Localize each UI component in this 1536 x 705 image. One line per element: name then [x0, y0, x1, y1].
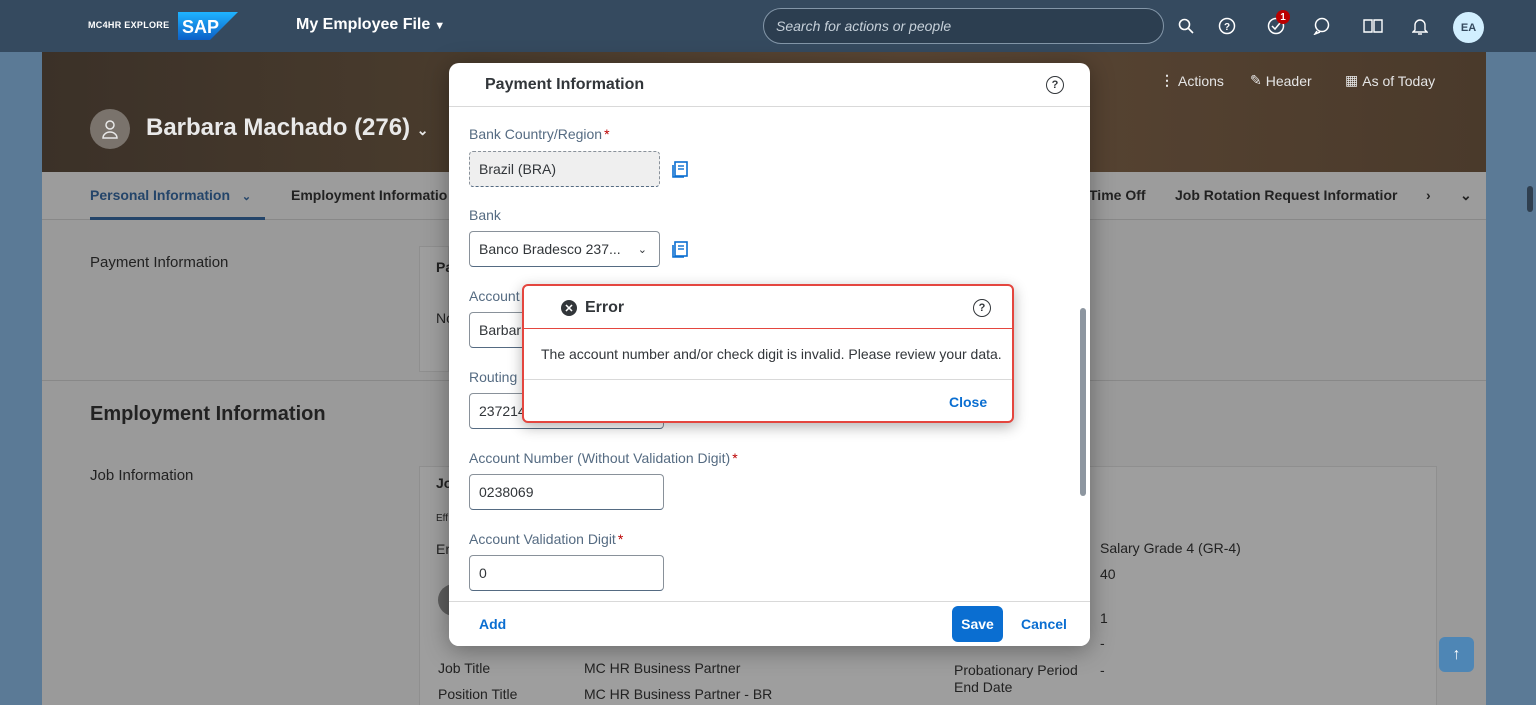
- job-title-label: Job Title: [438, 660, 491, 676]
- field-value: 1: [1100, 610, 1108, 626]
- employee-name-menu[interactable]: Barbara Machado (276) ⌄: [146, 114, 429, 142]
- chevron-right-icon[interactable]: ›: [1426, 187, 1431, 203]
- header-button[interactable]: ✎ Header: [1250, 72, 1312, 89]
- user-avatar[interactable]: EA: [1453, 12, 1484, 43]
- account-value: Barbar: [479, 322, 522, 338]
- employee-name: Barbara Machado (276): [146, 114, 411, 141]
- bell-icon[interactable]: [1408, 14, 1432, 38]
- tab-personal-information[interactable]: Personal Information ⌄: [90, 187, 251, 203]
- chevron-down-icon: ▼: [434, 20, 446, 32]
- probationary-period-value: -: [1100, 662, 1105, 678]
- shell-bar: MC4HR EXPLORE SAP My Employee File ▼ Sear…: [0, 0, 1536, 52]
- app-title-menu[interactable]: My Employee File ▼: [296, 16, 445, 34]
- effective-label: Eff: [436, 513, 449, 524]
- bank-value: Banco Bradesco 237...: [479, 241, 621, 257]
- search-input[interactable]: Search for actions or people: [763, 8, 1164, 44]
- bank-country-label: Bank Country/Region *: [469, 126, 610, 142]
- account-label: Account: [469, 288, 520, 304]
- job-title-value: MC HR Business Partner: [584, 660, 741, 676]
- person-avatar-icon: [90, 109, 130, 149]
- tab-label: Time Off: [1089, 187, 1146, 203]
- tab-time-off[interactable]: Time Off: [1089, 187, 1146, 203]
- account-number-label: Account Number (Without Validation Digit…: [469, 450, 738, 466]
- help-icon[interactable]: ?: [1215, 14, 1239, 38]
- header-label: Header: [1265, 72, 1312, 89]
- tab-job-rotation[interactable]: Job Rotation Request Informatior: [1175, 187, 1397, 203]
- position-title-label: Position Title: [438, 686, 518, 702]
- scroll-to-top-button[interactable]: ↑: [1439, 637, 1474, 672]
- account-number-input[interactable]: 0238069: [469, 474, 664, 510]
- help-icon[interactable]: ?: [1046, 76, 1064, 94]
- chevron-down-icon: ⌄: [637, 243, 647, 256]
- position-title-value: MC HR Business Partner - BR: [584, 686, 773, 702]
- bank-country-field[interactable]: Brazil (BRA): [469, 151, 660, 187]
- probation-status-value: -: [1100, 635, 1105, 651]
- app-title: My Employee File: [296, 16, 431, 33]
- error-dialog: ✕ Error ? The account number and/or chec…: [522, 284, 1014, 423]
- sap-logo[interactable]: SAP: [178, 12, 238, 40]
- payment-section-label: Payment Information: [90, 254, 229, 271]
- error-icon: ✕: [561, 300, 577, 316]
- close-button[interactable]: Close: [949, 394, 987, 410]
- page-scrollbar[interactable]: [1527, 186, 1533, 212]
- account-number-value: 0238069: [479, 484, 534, 500]
- more-vertical-icon: ⋮: [1160, 72, 1174, 88]
- help-icon[interactable]: ?: [973, 299, 991, 317]
- pencil-icon: ✎: [1250, 72, 1262, 88]
- dialog-header: Payment Information ?: [449, 63, 1090, 107]
- actions-label: Actions: [1178, 72, 1224, 89]
- routing-label: Routing: [469, 369, 518, 385]
- chevron-down-icon[interactable]: ⌄: [1460, 187, 1472, 204]
- brand-text: MC4HR EXPLORE: [88, 20, 170, 30]
- svg-text:?: ?: [1224, 22, 1230, 33]
- job-information-label: Job Information: [90, 467, 194, 484]
- tab-label: Employment Informatio: [291, 187, 448, 203]
- validation-digit-label: Account Validation Digit *: [469, 531, 624, 547]
- hours-value: 40: [1100, 566, 1116, 582]
- end-date-label: End Date: [954, 679, 1013, 695]
- routing-value: 237214: [479, 403, 526, 419]
- error-message: The account number and/or check digit is…: [541, 346, 1002, 362]
- svg-text:SAP: SAP: [182, 17, 219, 37]
- salary-grade-value: Salary Grade 4 (GR-4): [1100, 540, 1241, 556]
- dialog-title: Payment Information: [485, 76, 645, 93]
- chevron-down-icon: ⌄: [241, 191, 252, 203]
- add-button[interactable]: Add: [479, 616, 506, 632]
- error-footer-divider: [524, 379, 1012, 380]
- tab-employment-information[interactable]: Employment Informatio: [291, 187, 447, 203]
- todo-icon[interactable]: 1: [1264, 10, 1290, 38]
- employee-label: Er: [436, 541, 450, 557]
- joule-icon[interactable]: [1310, 14, 1334, 38]
- cancel-button[interactable]: Cancel: [1021, 616, 1067, 632]
- bank-select[interactable]: Banco Bradesco 237... ⌄: [469, 231, 660, 267]
- value-help-icon[interactable]: [671, 160, 689, 178]
- bank-label: Bank: [469, 207, 501, 223]
- save-button[interactable]: Save: [952, 606, 1003, 642]
- dialog-scrollbar[interactable]: [1080, 308, 1086, 496]
- calendar-icon: ▦: [1345, 72, 1359, 88]
- value-help-icon[interactable]: [671, 240, 689, 258]
- employment-section-title: Employment Information: [90, 403, 326, 425]
- bank-country-value: Brazil (BRA): [479, 161, 557, 177]
- tab-label: Job Rotation Request Informatior: [1175, 187, 1398, 203]
- arrow-up-icon: ↑: [1452, 645, 1461, 663]
- learning-icon[interactable]: [1361, 14, 1385, 38]
- error-title: Error: [585, 299, 625, 316]
- as-of-today-button[interactable]: ▦ As of Today: [1345, 72, 1435, 89]
- as-of-label: As of Today: [1362, 72, 1436, 89]
- dialog-footer: Add Save Cancel: [449, 601, 1090, 646]
- page-scrollbar-track: [1486, 52, 1536, 705]
- chevron-down-icon: ⌄: [416, 122, 429, 138]
- validation-digit-value: 0: [479, 565, 487, 581]
- tab-label: Personal Information: [90, 187, 231, 203]
- payment-card: Pa No: [419, 246, 454, 372]
- error-header: ✕ Error ?: [524, 286, 1012, 329]
- actions-button[interactable]: ⋮ Actions: [1160, 72, 1224, 89]
- notification-badge: 1: [1276, 10, 1290, 24]
- search-icon[interactable]: [1174, 14, 1198, 38]
- search-placeholder: Search for actions or people: [776, 18, 952, 34]
- validation-digit-input[interactable]: 0: [469, 555, 664, 591]
- probationary-period-label: Probationary Period: [954, 662, 1078, 678]
